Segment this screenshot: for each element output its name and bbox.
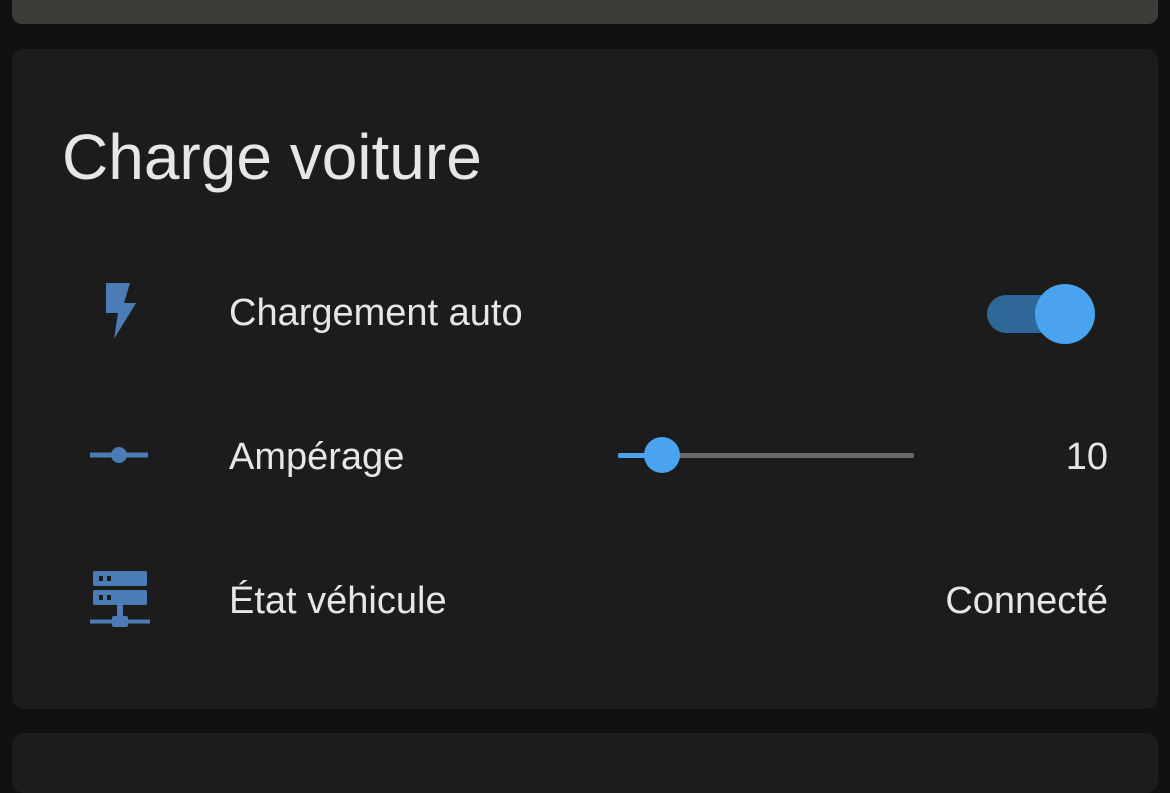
etat-vehicule-value: Connecté — [945, 580, 1108, 622]
row-label-chargement-auto: Chargement auto — [229, 292, 523, 334]
next-card — [12, 733, 1158, 793]
row-etat-vehicule[interactable]: État véhicule Connecté — [12, 559, 1158, 639]
previous-card-content — [12, 0, 1158, 20]
flash-icon — [88, 281, 150, 341]
slider-knob[interactable] — [644, 437, 680, 473]
slider-icon — [88, 425, 150, 485]
row-label-amperage: Ampérage — [229, 436, 405, 478]
amperage-slider[interactable] — [618, 435, 914, 475]
row-label-etat-vehicule: État véhicule — [229, 580, 447, 622]
card-title: Charge voiture — [62, 121, 482, 193]
row-amperage: Ampérage 10 — [12, 415, 1158, 495]
amperage-value: 10 — [1065, 436, 1108, 478]
row-chargement-auto[interactable]: Chargement auto — [12, 271, 1158, 351]
charge-voiture-card: Charge voiture Chargement auto Ampérage … — [12, 49, 1158, 709]
chargement-auto-toggle[interactable] — [987, 283, 1097, 344]
server-network-icon — [88, 569, 150, 629]
previous-card — [12, 0, 1158, 24]
toggle-thumb[interactable] — [1035, 284, 1095, 344]
